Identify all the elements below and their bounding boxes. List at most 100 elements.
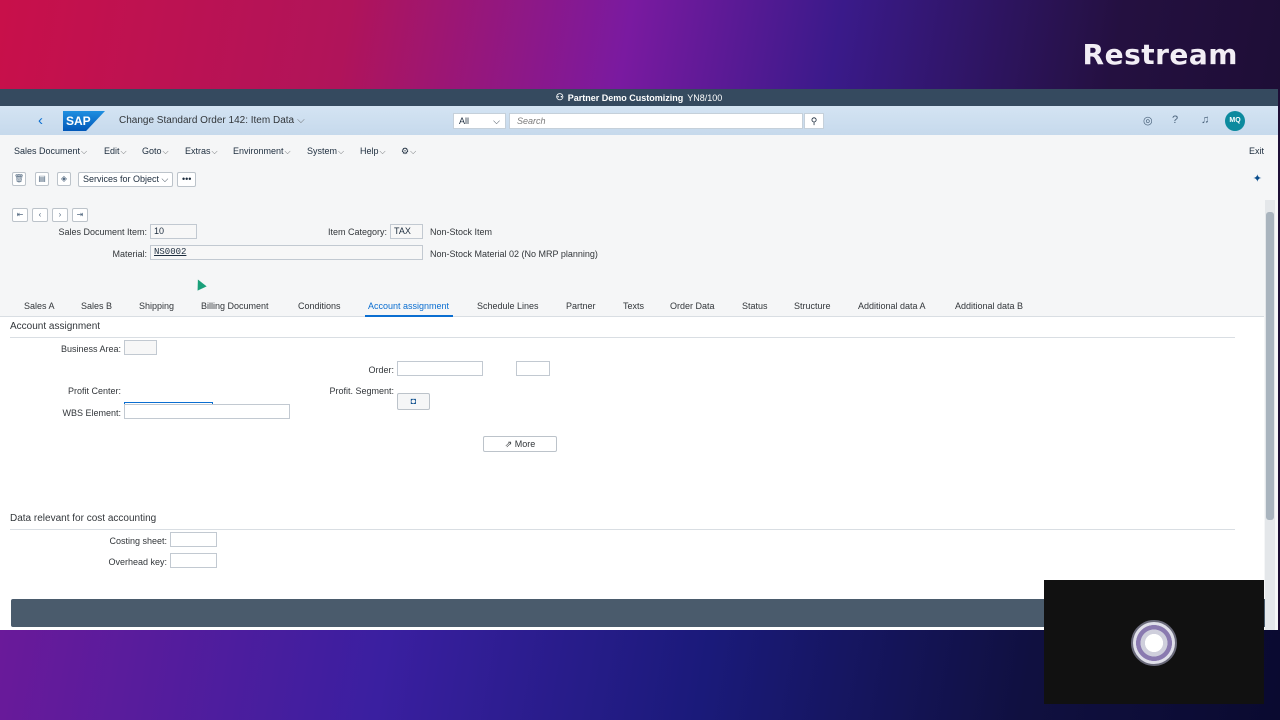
system-id: YN8/100 xyxy=(687,92,723,103)
display-change-icon[interactable]: ◈ xyxy=(57,172,71,186)
more-button-label: More xyxy=(514,439,536,449)
last-item-icon[interactable]: ⇥ xyxy=(72,208,88,222)
menu-system[interactable]: System⌵ xyxy=(307,146,344,157)
next-item-icon[interactable]: › xyxy=(52,208,68,222)
more-button[interactable]: ⇗ More xyxy=(483,436,557,452)
material-field[interactable]: NS0002 xyxy=(150,245,423,260)
sales-document-item-field[interactable]: 10 xyxy=(150,224,197,239)
document-icon[interactable]: ▤ xyxy=(35,172,49,186)
menu-label: System xyxy=(307,146,338,156)
order-field[interactable] xyxy=(397,361,483,376)
tab-shipping[interactable]: Shipping xyxy=(139,301,174,311)
search-scope-value: All xyxy=(459,116,470,126)
scrollbar-thumb[interactable] xyxy=(1266,212,1274,520)
overhead-key-label: Overhead key: xyxy=(108,557,167,567)
services-for-object-button[interactable]: Services for Object ⌵ xyxy=(78,172,174,187)
toolbar: 🗑 ▤ ◈ Services for Object ⌵ ••• ✦ xyxy=(0,167,1278,197)
gear-icon: ⚙ xyxy=(401,146,410,156)
help-icon[interactable]: ? xyxy=(1172,114,1178,126)
chevron-down-icon: ⌵ xyxy=(284,147,291,156)
search-scope-select[interactable]: All ⌵ xyxy=(453,113,506,129)
app-title[interactable]: Change Standard Order 142: Item Data ⌵ xyxy=(119,115,305,126)
chevron-down-icon: ⌵ xyxy=(211,147,218,156)
overhead-key-field[interactable] xyxy=(170,553,217,568)
cost-accounting-title: Data relevant for cost accounting xyxy=(10,513,157,524)
menu-edit[interactable]: Edit⌵ xyxy=(104,146,127,157)
chevron-down-icon: ⌵ xyxy=(297,115,305,126)
section-divider xyxy=(10,337,1235,338)
wbs-element-field[interactable] xyxy=(124,404,290,419)
menu-label: Edit xyxy=(104,146,120,156)
tab-conditions[interactable]: Conditions xyxy=(298,301,341,311)
costing-sheet-field[interactable] xyxy=(170,532,217,547)
avatar[interactable]: MQ xyxy=(1225,111,1245,131)
profit-center-label: Profit Center: xyxy=(67,386,121,396)
previous-item-icon[interactable]: ‹ xyxy=(32,208,48,222)
material-label: Material: xyxy=(112,249,147,259)
account-assignment-title: Account assignment xyxy=(10,321,101,332)
menu-goto[interactable]: Goto⌵ xyxy=(142,146,169,157)
menu-label: Extras xyxy=(185,146,211,156)
tab-texts[interactable]: Texts xyxy=(623,301,644,311)
window-titlebar: ⚇ Partner Demo Customizing YN8/100 xyxy=(0,89,1278,106)
order-extra-field[interactable] xyxy=(516,361,550,376)
delete-icon[interactable]: 🗑 xyxy=(12,172,26,186)
window-title: Partner Demo Customizing xyxy=(567,92,684,103)
menu-sales-document[interactable]: Sales Document⌵ xyxy=(14,146,87,157)
search-input[interactable]: Search xyxy=(509,113,803,129)
menu-label: Help xyxy=(360,146,379,156)
menu-label: Goto xyxy=(142,146,162,156)
open-segment-icon: ◘ xyxy=(410,396,417,406)
tab-sales-b[interactable]: Sales B xyxy=(81,301,112,311)
business-area-field[interactable] xyxy=(124,340,157,355)
tab-account-assignment[interactable]: Account assignment xyxy=(368,301,449,311)
tab-additional-data-b[interactable]: Additional data B xyxy=(955,301,1023,311)
tab-partner[interactable]: Partner xyxy=(566,301,596,311)
chevron-down-icon: ⌵ xyxy=(120,147,127,156)
menu-label: Environment xyxy=(233,146,284,156)
item-category-field[interactable]: TAX xyxy=(390,224,423,239)
more-actions-button[interactable]: ••• xyxy=(177,172,197,187)
support-icon[interactable]: ◎ xyxy=(1143,114,1153,127)
tab-order-data[interactable]: Order Data xyxy=(670,301,715,311)
menu-environment[interactable]: Environment⌵ xyxy=(233,146,291,157)
sap-window: ⚇ Partner Demo Customizing YN8/100 ‹ SAP… xyxy=(0,89,1278,630)
back-icon[interactable]: ‹ xyxy=(38,112,43,129)
notifications-icon[interactable]: ♫ xyxy=(1201,114,1209,126)
order-label: Order: xyxy=(368,365,394,375)
menu-label: Sales Document xyxy=(14,146,81,156)
tab-billing-document[interactable]: Billing Document xyxy=(201,301,269,311)
expand-icon: ⇗ xyxy=(504,439,513,449)
menu-extras[interactable]: Extras⌵ xyxy=(185,146,218,157)
tab-additional-data-a[interactable]: Additional data A xyxy=(858,301,926,311)
tab-status[interactable]: Status xyxy=(742,301,768,311)
tab-sales-a[interactable]: Sales A xyxy=(24,301,55,311)
wbs-element-label: WBS Element: xyxy=(62,408,121,418)
profit-segment-button[interactable]: ◘ xyxy=(397,393,430,410)
shell-bar: ‹ SAP Change Standard Order 142: Item Da… xyxy=(0,106,1278,135)
menu-bar: Sales Document⌵ Edit⌵ Goto⌵ Extras⌵ Envi… xyxy=(0,135,1278,167)
restream-watermark: Restream xyxy=(1082,38,1238,71)
chevron-down-icon: ⌵ xyxy=(379,147,386,156)
sales-document-item-label: Sales Document Item: xyxy=(58,227,147,237)
exit-button[interactable]: Exit xyxy=(1249,146,1264,156)
settings-menu[interactable]: ⚙⌵ xyxy=(401,146,416,157)
sap-logo[interactable]: SAP xyxy=(63,111,105,131)
app-title-text: Change Standard Order 142: Item Data xyxy=(119,115,295,126)
item-category-label: Item Category: xyxy=(327,227,387,237)
search-icon[interactable]: ⚲ xyxy=(804,113,824,129)
section-divider xyxy=(10,529,1235,530)
first-item-icon[interactable]: ⇤ xyxy=(12,208,28,222)
chevron-down-icon: ⌵ xyxy=(410,147,417,156)
menu-help[interactable]: Help⌵ xyxy=(360,146,386,157)
partner-icon: ⚇ xyxy=(555,92,564,102)
tab-schedule-lines[interactable]: Schedule Lines xyxy=(477,301,539,311)
tab-strip: Sales A Sales B Shipping Billing Documen… xyxy=(0,297,1264,317)
item-content: ⇤ ‹ › ⇥ Sales Document Item: 10 Item Cat… xyxy=(0,197,1264,630)
vertical-scrollbar[interactable] xyxy=(1265,200,1275,630)
tab-structure[interactable]: Structure xyxy=(794,301,831,311)
costing-sheet-label: Costing sheet: xyxy=(109,536,167,546)
joule-sparkle-icon[interactable]: ✦ xyxy=(1253,172,1262,185)
chevron-down-icon: ⌵ xyxy=(162,147,169,156)
chevron-down-icon: ⌵ xyxy=(338,147,345,156)
